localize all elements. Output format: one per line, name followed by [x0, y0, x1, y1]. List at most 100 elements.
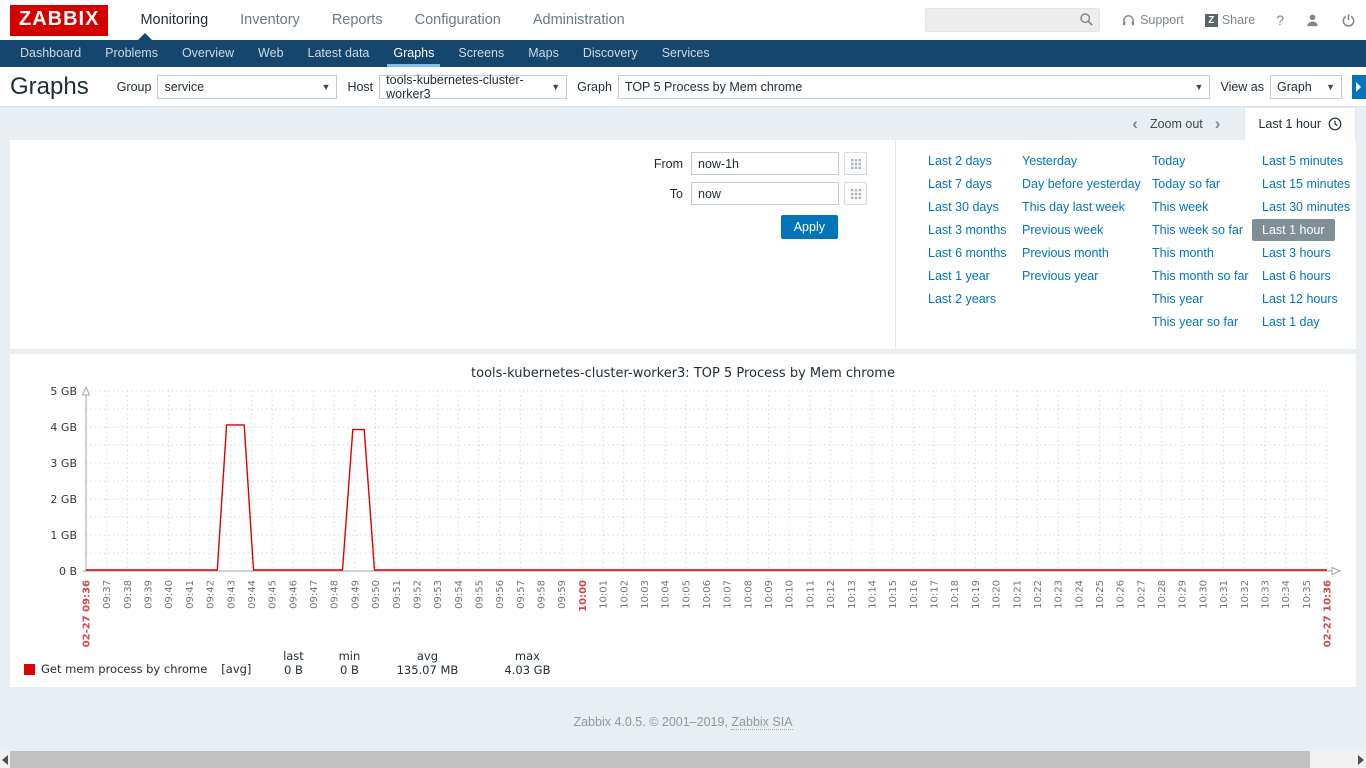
quickrange-yesterday[interactable]: Yesterday [1022, 153, 1077, 169]
svg-text:09:38: 09:38 [123, 580, 134, 609]
apply-button[interactable]: Apply [781, 215, 838, 239]
legend-stat-max: max 4.03 GB [479, 649, 575, 677]
share-link[interactable]: Z Share [1205, 13, 1255, 27]
svg-text:10:35: 10:35 [1302, 580, 1313, 609]
quickrange-last-2-years[interactable]: Last 2 years [928, 291, 996, 307]
quickrange-this-day-last-week[interactable]: This day last week [1022, 199, 1125, 215]
svg-text:10:12: 10:12 [826, 580, 837, 609]
user-profile-button[interactable] [1305, 13, 1320, 28]
svg-text:10:03: 10:03 [640, 580, 651, 609]
view-as-label: View as [1220, 80, 1264, 94]
svg-text:09:50: 09:50 [371, 580, 382, 609]
quickrange-this-year-so-far[interactable]: This year so far [1152, 314, 1238, 330]
svg-text:09:51: 09:51 [392, 580, 403, 609]
quickrange-last-30-days[interactable]: Last 30 days [928, 199, 999, 215]
time-shift-back-button[interactable]: ‹ [1120, 107, 1150, 140]
subnav-graphs[interactable]: Graphs [381, 40, 446, 67]
quickrange-last-6-hours[interactable]: Last 6 hours [1262, 268, 1331, 284]
quickrange-last-1-hour[interactable]: Last 1 hour [1252, 219, 1335, 241]
search-box [925, 8, 1100, 32]
scroll-right-arrow[interactable] [1358, 755, 1364, 765]
search-icon[interactable] [1079, 12, 1094, 27]
quickrange-this-week-so-far[interactable]: This week so far [1152, 222, 1243, 238]
subnav-overview[interactable]: Overview [170, 40, 246, 67]
quickrange-last-15-minutes[interactable]: Last 15 minutes [1262, 176, 1350, 192]
quickrange-last-1-year[interactable]: Last 1 year [928, 268, 990, 284]
main-nav-reports[interactable]: Reports [316, 0, 399, 40]
quickrange-previous-month[interactable]: Previous month [1022, 245, 1109, 261]
scrollbar-thumb[interactable] [10, 751, 1310, 768]
quickrange-last-3-months[interactable]: Last 3 months [928, 222, 1007, 238]
subnav-web[interactable]: Web [246, 40, 295, 67]
group-select[interactable]: service ▼ [157, 75, 337, 99]
host-select-value: tools-kubernetes-cluster-worker3 [386, 73, 545, 101]
logout-button[interactable] [1341, 13, 1356, 28]
from-calendar-button[interactable] [844, 152, 867, 175]
subnav-latest-data[interactable]: Latest data [296, 40, 382, 67]
quickrange-day-before-yesterday[interactable]: Day before yesterday [1022, 176, 1141, 192]
quickrange-last-5-minutes[interactable]: Last 5 minutes [1262, 153, 1343, 169]
svg-text:09:55: 09:55 [474, 580, 485, 609]
svg-text:10:30: 10:30 [1198, 580, 1209, 609]
quickrange-this-month[interactable]: This month [1152, 245, 1214, 261]
horizontal-scrollbar[interactable] [0, 751, 1366, 768]
main-nav-configuration[interactable]: Configuration [399, 0, 517, 40]
quickrange-this-year[interactable]: This year [1152, 291, 1203, 307]
subnav-screens[interactable]: Screens [446, 40, 516, 67]
main-nav-administration[interactable]: Administration [517, 0, 641, 40]
svg-text:09:49: 09:49 [350, 580, 361, 609]
scroll-left-arrow[interactable] [2, 755, 8, 765]
kiosk-mode-button[interactable] [1352, 75, 1366, 99]
quickrange-this-month-so-far[interactable]: This month so far [1152, 268, 1249, 284]
graph-filter-bar: Graphs Group service ▼ Host tools-kubern… [0, 67, 1366, 107]
host-label: Host [347, 80, 373, 94]
time-navigation-bar: ‹ Zoom out › Last 1 hour [0, 107, 1366, 140]
svg-text:09:37: 09:37 [102, 580, 113, 609]
zoom-out-button[interactable]: Zoom out [1150, 117, 1203, 131]
legend-stat-last: last 0 B [267, 649, 319, 677]
quickrange-last-7-days[interactable]: Last 7 days [928, 176, 992, 192]
to-calendar-button[interactable] [844, 182, 867, 205]
quickrange-this-week[interactable]: This week [1152, 199, 1208, 215]
time-range-tab[interactable]: Last 1 hour [1244, 107, 1356, 140]
quickrange-last-2-days[interactable]: Last 2 days [928, 153, 992, 169]
main-nav-inventory[interactable]: Inventory [224, 0, 316, 40]
svg-text:10:00: 10:00 [578, 580, 589, 612]
zabbix-sia-link[interactable]: Zabbix SIA [731, 715, 792, 730]
chevron-down-icon: ▼ [1326, 82, 1335, 92]
quickrange-last-1-day[interactable]: Last 1 day [1262, 314, 1320, 330]
subnav-discovery[interactable]: Discovery [571, 40, 650, 67]
svg-text:10:04: 10:04 [661, 580, 672, 609]
from-input[interactable] [691, 152, 839, 175]
support-link[interactable]: Support [1121, 13, 1184, 28]
svg-text:09:53: 09:53 [433, 580, 444, 609]
search-input[interactable] [925, 8, 1100, 32]
view-as-select[interactable]: Graph ▼ [1270, 75, 1342, 99]
group-select-value: service [164, 80, 204, 94]
quickrange-previous-year[interactable]: Previous year [1022, 268, 1098, 284]
quickrange-last-30-minutes[interactable]: Last 30 minutes [1262, 199, 1350, 215]
clock-icon [1328, 117, 1342, 131]
svg-text:02-27 09:36: 02-27 09:36 [82, 580, 93, 647]
svg-text:10:11: 10:11 [805, 580, 816, 609]
quickrange-today[interactable]: Today [1152, 153, 1185, 169]
quickrange-previous-week[interactable]: Previous week [1022, 222, 1103, 238]
zabbix-logo[interactable]: ZABBIX [10, 5, 108, 36]
svg-text:10:17: 10:17 [930, 580, 941, 609]
subnav-problems[interactable]: Problems [93, 40, 170, 67]
subnav-maps[interactable]: Maps [516, 40, 571, 67]
quickrange-last-12-hours[interactable]: Last 12 hours [1262, 291, 1338, 307]
to-input[interactable] [691, 182, 839, 205]
graph-select[interactable]: TOP 5 Process by Mem chrome ▼ [618, 75, 1211, 99]
quickrange-last-6-months[interactable]: Last 6 months [928, 245, 1007, 261]
subnav-services[interactable]: Services [650, 40, 722, 67]
time-shift-forward-button[interactable]: › [1203, 107, 1233, 140]
svg-text:09:54: 09:54 [454, 580, 465, 609]
host-select[interactable]: tools-kubernetes-cluster-worker3 ▼ [379, 75, 567, 99]
quickrange-today-so-far[interactable]: Today so far [1152, 176, 1220, 192]
subnav-dashboard[interactable]: Dashboard [8, 40, 93, 67]
memory-usage-chart[interactable]: 0 B1 GB2 GB3 GB4 GB5 GB02-27 09:3609:370… [10, 385, 1356, 647]
help-button[interactable]: ? [1276, 12, 1284, 28]
quickrange-last-3-hours[interactable]: Last 3 hours [1262, 245, 1331, 261]
graph-label: Graph [577, 80, 612, 94]
